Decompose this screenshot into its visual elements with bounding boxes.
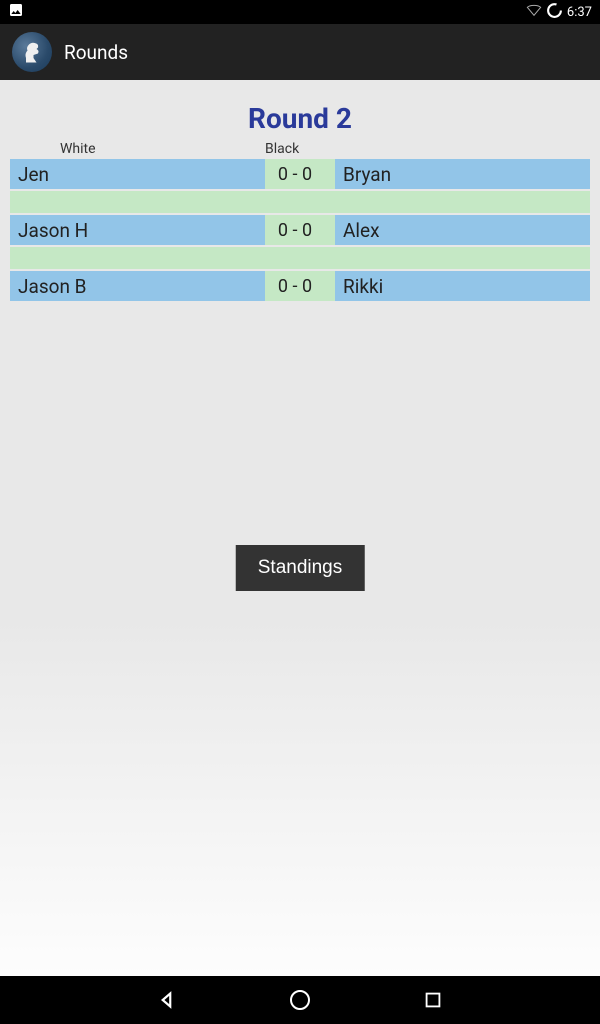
white-player: Jen <box>10 159 265 189</box>
round-title: Round 2 <box>0 102 600 135</box>
app-icon[interactable] <box>12 32 52 72</box>
white-player: Jason B <box>10 271 265 301</box>
home-button[interactable] <box>286 986 314 1014</box>
black-header: Black <box>265 141 325 157</box>
wifi-icon <box>526 2 542 22</box>
action-bar: Rounds <box>0 24 600 80</box>
match-row[interactable]: Jen 0 - 0 Bryan <box>10 159 590 189</box>
gap-row <box>10 247 590 269</box>
back-button[interactable] <box>153 986 181 1014</box>
recent-button[interactable] <box>419 986 447 1014</box>
score: 0 - 0 <box>265 271 325 301</box>
white-player: Jason H <box>10 215 265 245</box>
status-time: 6:37 <box>567 5 592 20</box>
status-bar: 6:37 <box>0 0 600 24</box>
loading-icon <box>546 2 563 23</box>
black-player: Alex <box>335 215 590 245</box>
content-area: Round 2 White Black Jen 0 - 0 Bryan Jaso… <box>0 80 600 976</box>
column-headers: White Black <box>0 141 600 157</box>
notification-icon <box>8 2 24 22</box>
page-title: Rounds <box>64 41 128 64</box>
gap-row <box>10 191 590 213</box>
score: 0 - 0 <box>265 215 325 245</box>
match-row[interactable]: Jason B 0 - 0 Rikki <box>10 271 590 301</box>
black-player: Bryan <box>335 159 590 189</box>
navigation-bar <box>0 976 600 1024</box>
pairings-table: Jen 0 - 0 Bryan Jason H 0 - 0 Alex Jason… <box>0 159 600 301</box>
black-player: Rikki <box>335 271 590 301</box>
standings-button[interactable]: Standings <box>236 545 365 591</box>
white-header: White <box>10 141 265 157</box>
score: 0 - 0 <box>265 159 325 189</box>
match-row[interactable]: Jason H 0 - 0 Alex <box>10 215 590 245</box>
